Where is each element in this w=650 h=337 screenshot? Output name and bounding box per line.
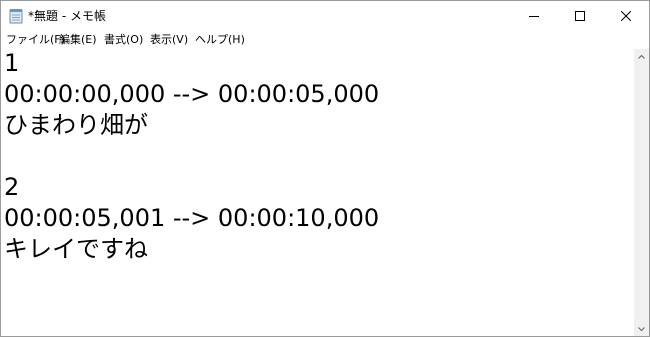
maximize-icon [575,11,585,21]
menu-view[interactable]: 表示(V) [150,32,188,48]
menu-bar: ファイル(F) 編集(E) 書式(O) 表示(V) ヘルプ(H) [1,31,649,49]
scroll-up-arrow-icon [638,54,645,59]
title-bar[interactable]: *無題 - メモ帳 [1,1,649,31]
menu-edit[interactable]: 編集(E) [59,32,97,48]
editor-line-2: 00:00:00,000 --> 00:00:05,000 [4,80,380,108]
scroll-up-button[interactable] [634,49,649,64]
editor-line-7: キレイですね [4,235,148,263]
menu-help[interactable]: ヘルプ(H) [195,32,245,48]
close-button[interactable] [603,1,649,31]
notepad-window: *無題 - メモ帳 ファイル(F) 編集(E) 書式(O) 表示(V) ヘルプ(… [0,0,650,337]
text-editor-area[interactable]: 1 00:00:00,000 --> 00:00:05,000 ひまわり畑が 2… [1,49,634,336]
editor-line-1: 1 [4,49,20,77]
window-title: *無題 - メモ帳 [28,9,106,23]
scroll-down-arrow-icon [638,326,645,331]
editor-line-5: 2 [4,173,20,201]
menu-format[interactable]: 書式(O) [104,32,143,48]
maximize-button[interactable] [557,1,603,31]
notepad-icon[interactable] [9,8,23,24]
editor-line-6: 00:00:05,001 --> 00:00:10,000 [4,204,380,232]
close-icon [621,11,631,21]
minimize-button[interactable] [511,1,557,31]
menu-file[interactable]: ファイル(F) [6,32,65,48]
scroll-down-button[interactable] [634,321,649,336]
editor-line-3: ひまわり畑が [4,111,148,139]
vertical-scrollbar[interactable] [634,49,649,336]
minimize-icon [529,16,539,17]
